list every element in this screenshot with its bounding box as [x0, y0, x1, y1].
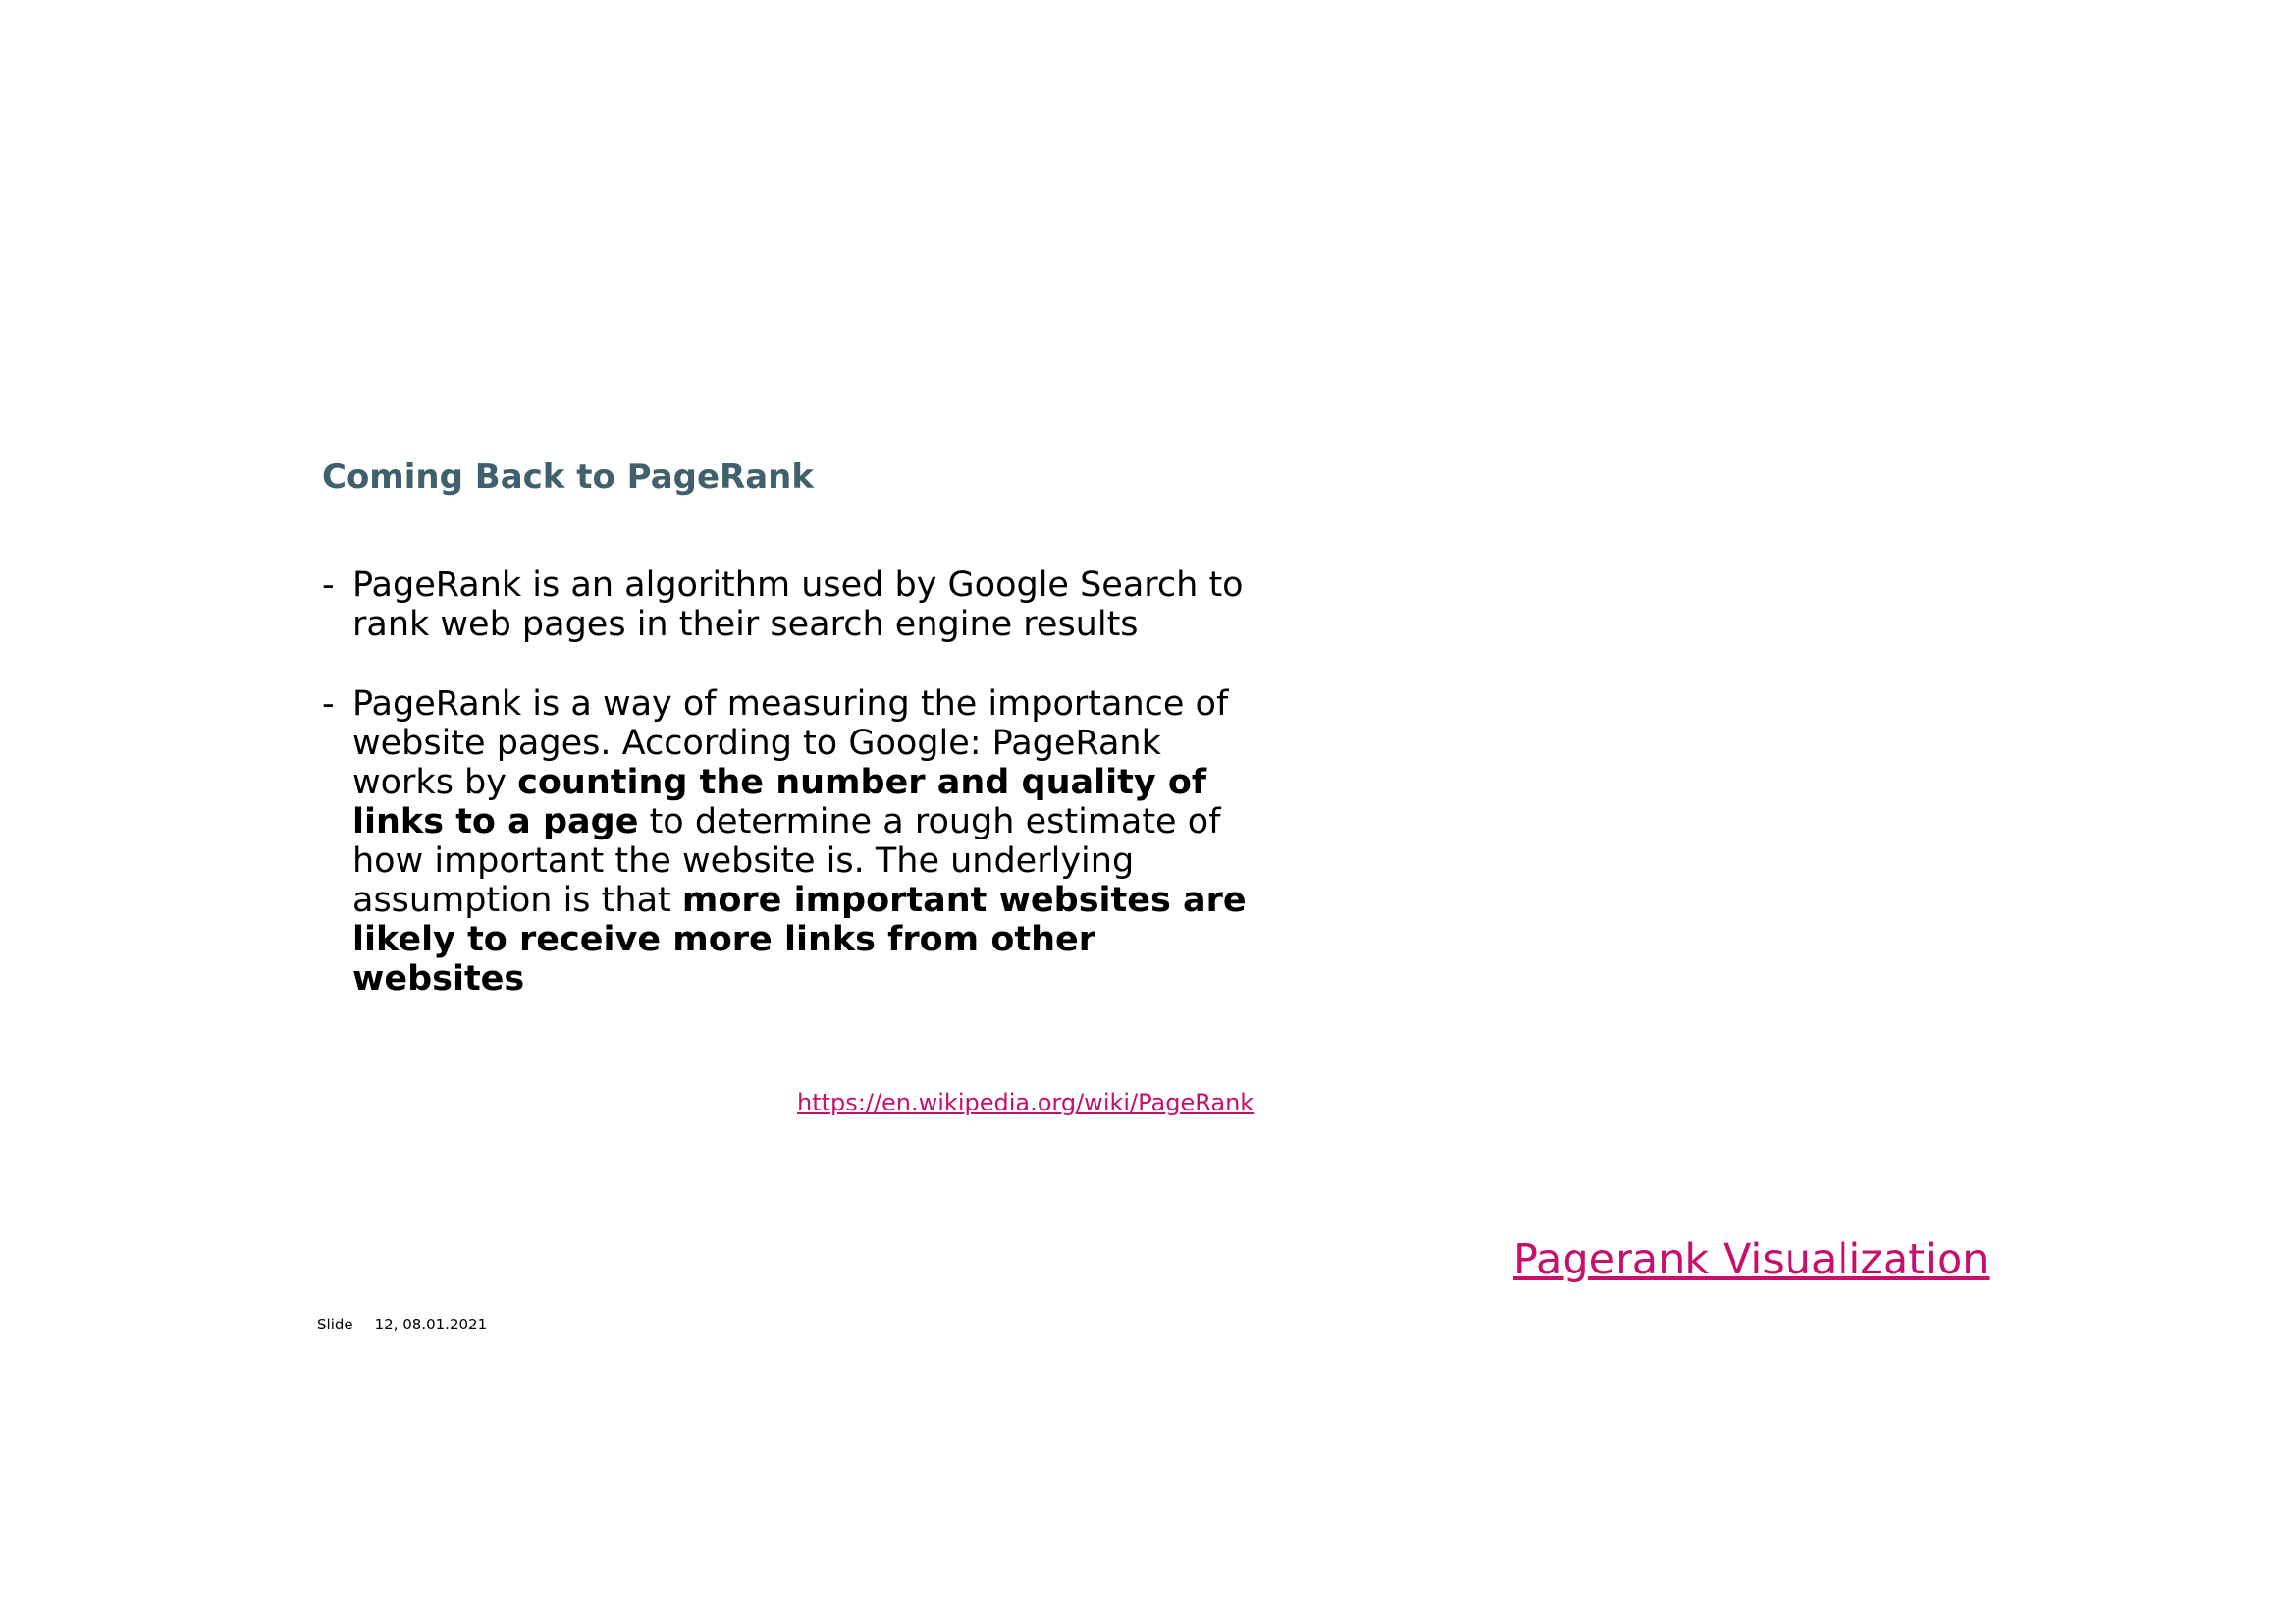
- bullet-item: - PageRank is an algorithm used by Googl…: [322, 566, 1255, 644]
- bullet-text: PageRank is an algorithm used by Google …: [352, 566, 1255, 644]
- bullet-segment: PageRank is an algorithm used by Google …: [352, 566, 1244, 644]
- bullet-list: - PageRank is an algorithm used by Googl…: [322, 566, 1255, 1039]
- slide-title: Coming Back to PageRank: [322, 458, 814, 497]
- bullet-marker: -: [322, 566, 335, 605]
- wikipedia-source-link[interactable]: https://en.wikipedia.org/wiki/PageRank: [797, 1088, 1254, 1117]
- bullet-marker: -: [322, 684, 335, 724]
- footer-slide-info: 12, 08.01.2021: [374, 1316, 488, 1333]
- slide-footer: Slide 12, 08.01.2021: [317, 1315, 487, 1334]
- footer-label: Slide: [317, 1316, 353, 1333]
- bullet-text: PageRank is a way of measuring the impor…: [352, 684, 1255, 999]
- pagerank-visualization-link[interactable]: Pagerank Visualization: [1513, 1233, 1990, 1286]
- bullet-item: - PageRank is a way of measuring the imp…: [322, 684, 1255, 999]
